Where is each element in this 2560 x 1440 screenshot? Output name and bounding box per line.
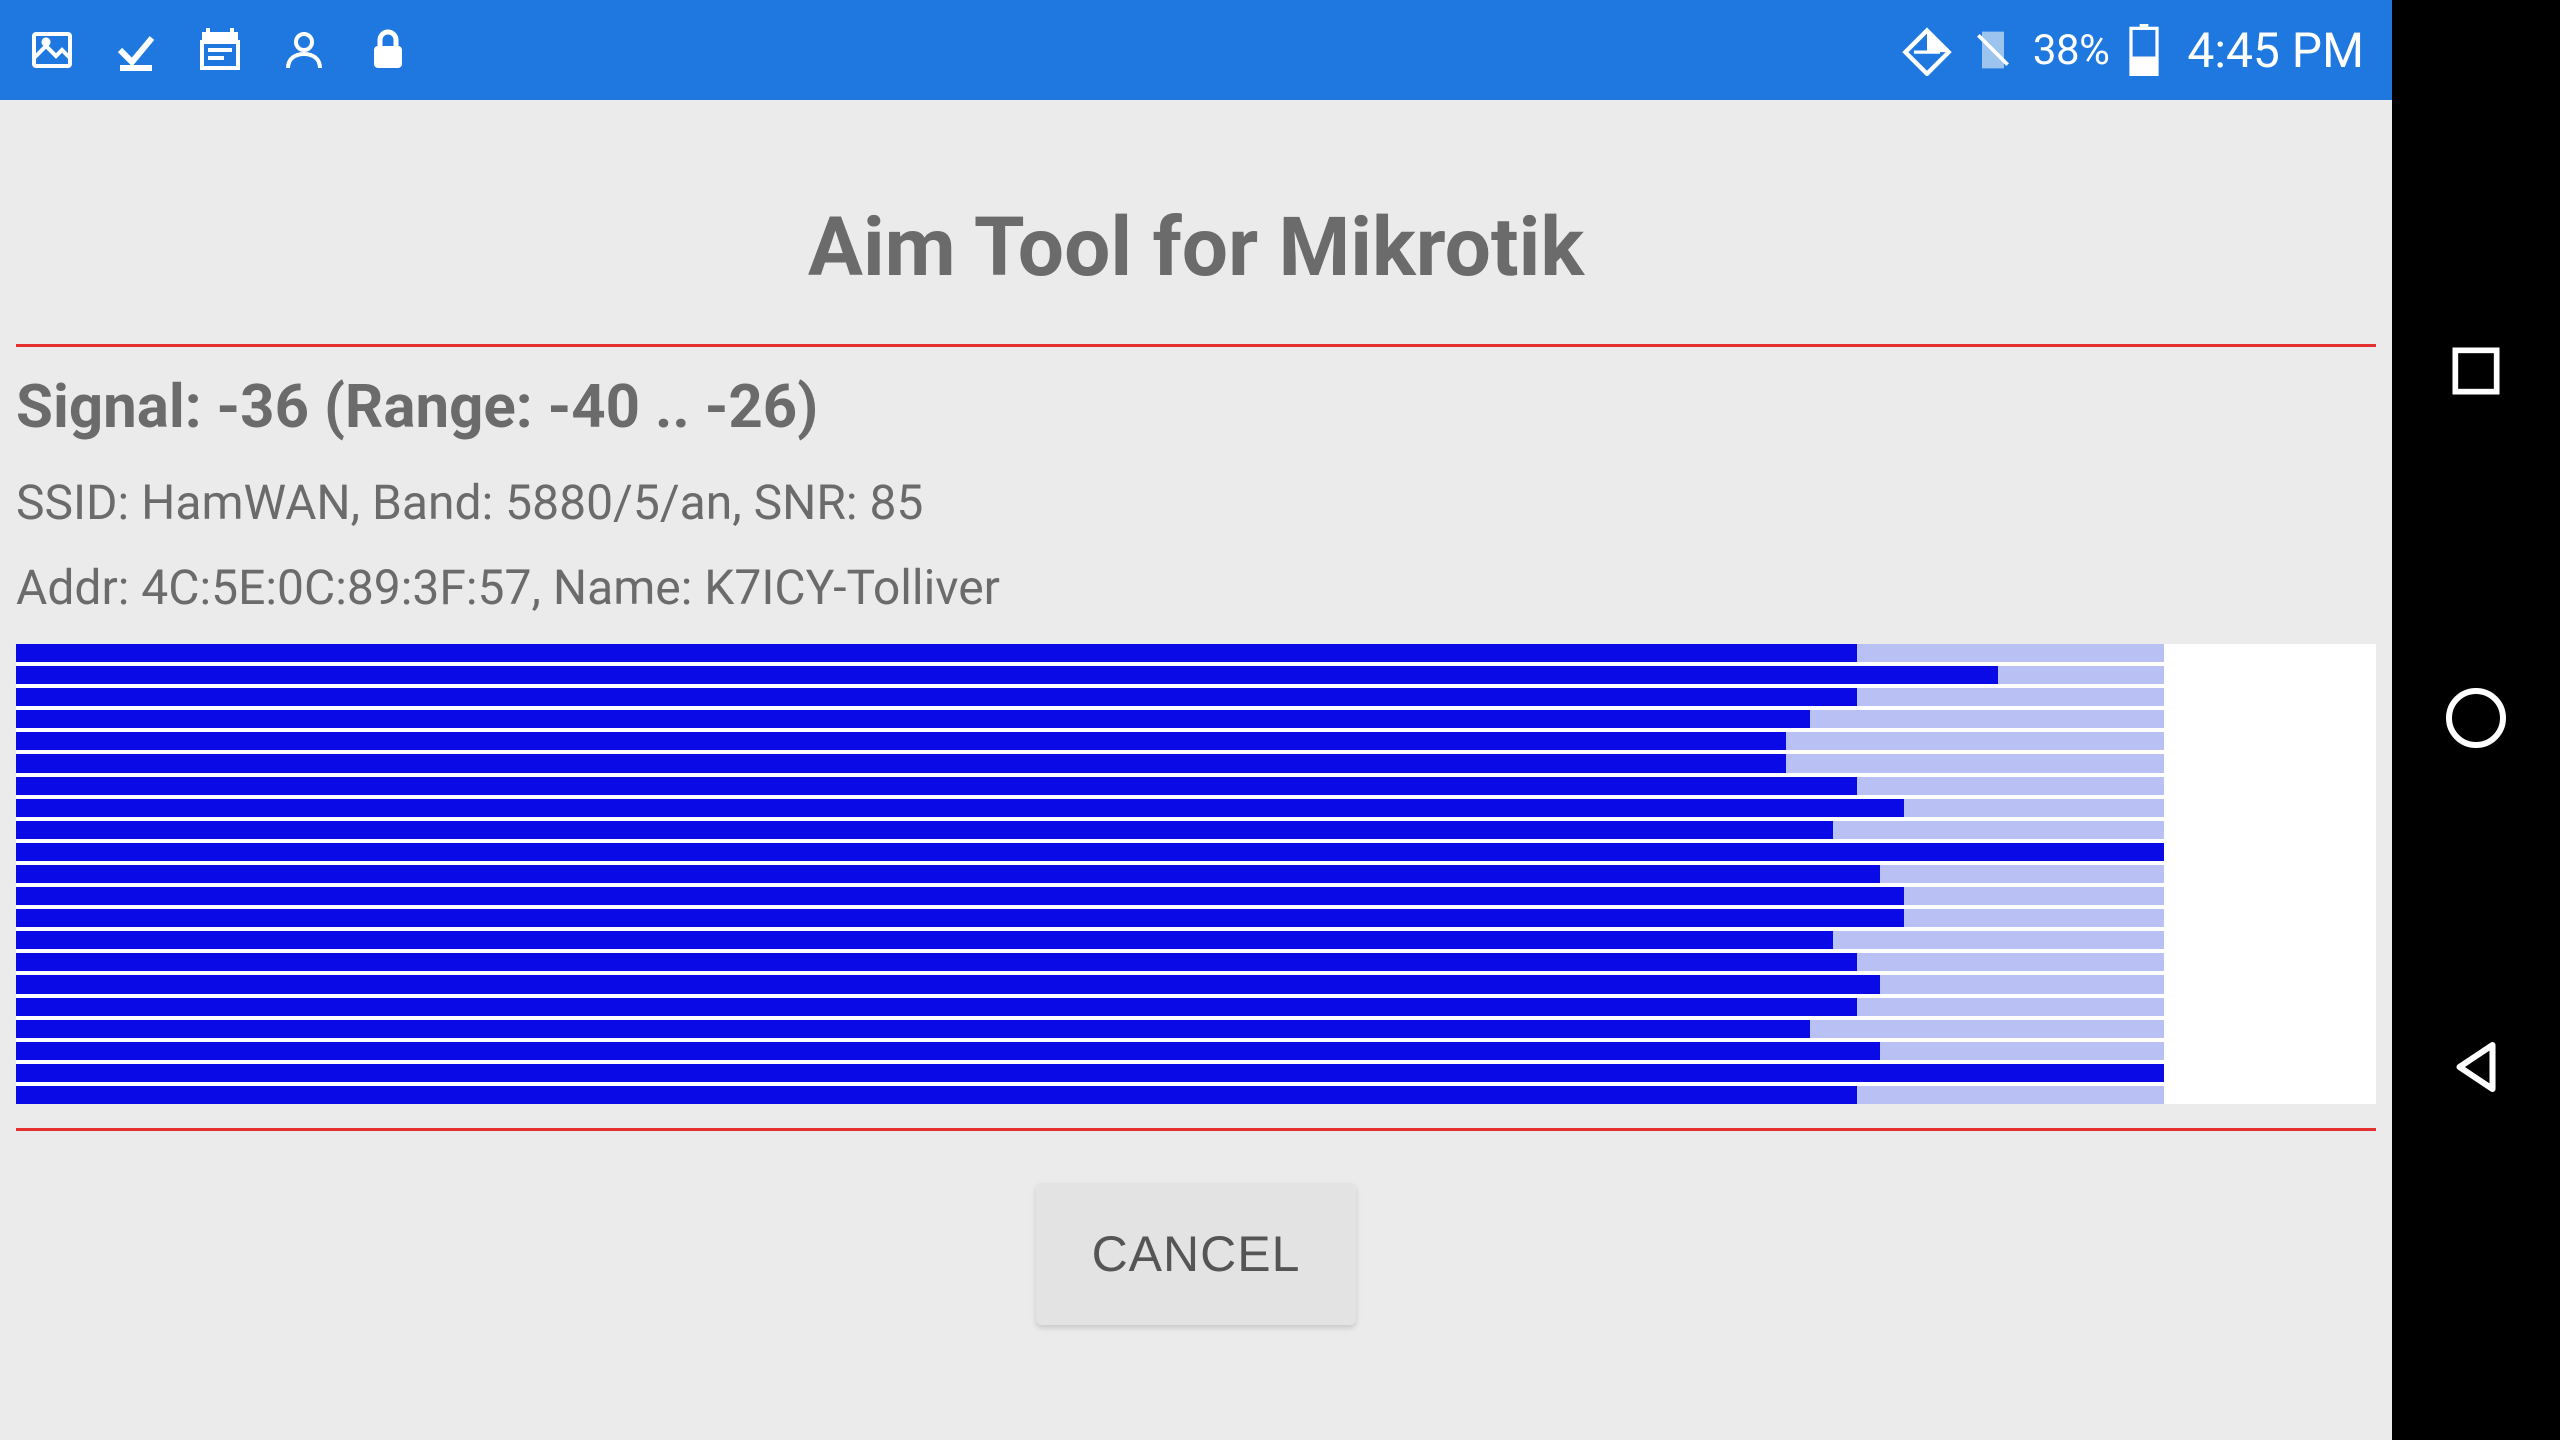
home-button[interactable] <box>2440 682 2512 754</box>
chart-row <box>16 865 2376 883</box>
signal-line: Signal: -36 (Range: -40 .. -26) <box>16 371 2376 442</box>
chart-row <box>16 953 2376 971</box>
main-content: Aim Tool for Mikrotik Signal: -36 (Range… <box>0 100 2392 1440</box>
clock: 4:45 PM <box>2187 22 2364 79</box>
chart-row <box>16 644 2376 662</box>
status-bar: 38% 4:45 PM <box>0 0 2392 100</box>
battery-icon <box>2127 24 2161 76</box>
chart-row <box>16 931 2376 949</box>
calendar-icon <box>196 26 244 74</box>
chart-row <box>16 1042 2376 1060</box>
chart-row <box>16 1086 2376 1104</box>
chart-row <box>16 843 2376 861</box>
chart-row <box>16 821 2376 839</box>
battery-pct: 38% <box>2033 26 2109 75</box>
chart-row <box>16 688 2376 706</box>
info-addr-line: Addr: 4C:5E:0C:89:3F:57, Name: K7ICY-Tol… <box>16 559 2376 616</box>
chart-row <box>16 1064 2376 1082</box>
chart-row <box>16 777 2376 795</box>
chart-row <box>16 909 2376 927</box>
divider-top <box>16 344 2376 347</box>
back-button[interactable] <box>2443 1034 2509 1100</box>
check-underline-icon <box>112 26 160 74</box>
chart-row <box>16 799 2376 817</box>
chart-row <box>16 666 2376 684</box>
no-sim-icon <box>1971 28 2015 72</box>
chart-row <box>16 975 2376 993</box>
page-title: Aim Tool for Mikrotik <box>16 200 2376 296</box>
image-icon <box>28 26 76 74</box>
cancel-button[interactable]: CANCEL <box>1036 1183 1357 1325</box>
chart-row <box>16 754 2376 772</box>
android-nav-bar <box>2392 0 2560 1440</box>
lock-icon <box>364 26 412 74</box>
recent-apps-button[interactable] <box>2445 340 2507 402</box>
signal-history-chart <box>16 644 2376 1104</box>
chart-row <box>16 998 2376 1016</box>
chart-row <box>16 732 2376 750</box>
divider-bottom <box>16 1128 2376 1131</box>
person-icon <box>280 26 328 74</box>
chart-row <box>16 887 2376 905</box>
chart-row <box>16 1020 2376 1038</box>
wifi-icon <box>1901 24 1953 76</box>
chart-row <box>16 710 2376 728</box>
info-ssid-line: SSID: HamWAN, Band: 5880/5/an, SNR: 85 <box>16 474 2376 531</box>
